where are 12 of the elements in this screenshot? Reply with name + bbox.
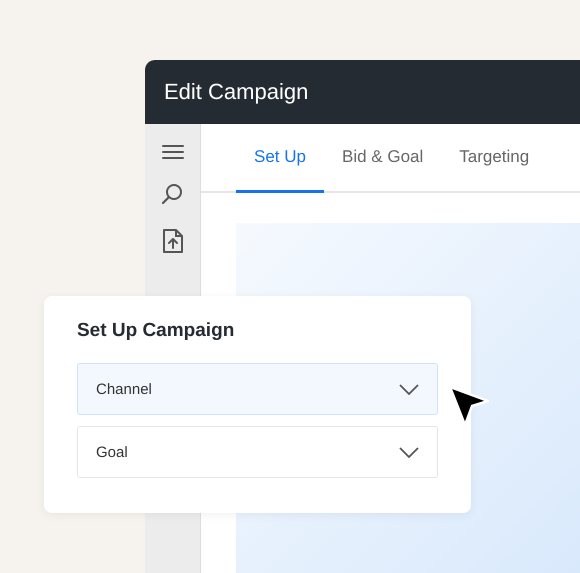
tab[interactable]: Targeting [441, 124, 548, 193]
chevron-down-icon [399, 446, 419, 458]
dropdown-field[interactable]: Channel [77, 363, 438, 415]
menu-icon[interactable] [162, 144, 184, 160]
card-title: Set Up Campaign [77, 320, 236, 342]
tab[interactable]: Set Up [236, 124, 324, 193]
window-title: Edit Campaign [164, 79, 308, 105]
dropdown-field[interactable]: Goal [77, 426, 438, 478]
search-icon[interactable] [160, 182, 184, 206]
tab[interactable]: Bid & Goal [324, 124, 442, 193]
file-upload-icon[interactable] [162, 228, 184, 254]
chevron-down-icon [399, 384, 419, 394]
